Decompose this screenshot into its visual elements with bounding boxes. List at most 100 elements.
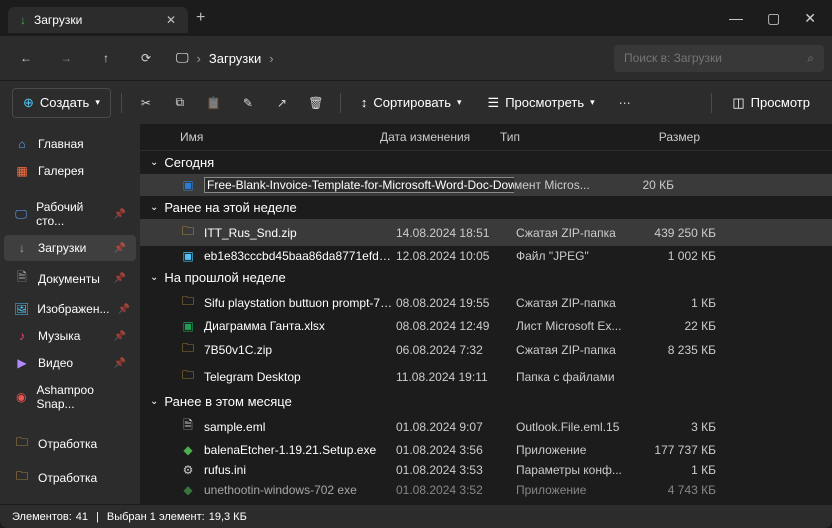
sidebar-item-music[interactable]: ♪Музыка📌 bbox=[4, 323, 136, 349]
up-button[interactable]: ↑ bbox=[88, 42, 124, 74]
file-row[interactable]: ◆ unethootin-windows-702 exe 01.08.2024 … bbox=[140, 480, 832, 500]
file-date: 11.08.2024 19:11 bbox=[396, 370, 516, 384]
sidebar-item-folder2[interactable]: 🗀Отработка bbox=[4, 461, 136, 494]
cut-button[interactable]: ✂ bbox=[132, 89, 160, 117]
file-row[interactable]: 🗀 Telegram Desktop 11.08.2024 19:11 Папк… bbox=[140, 363, 832, 390]
sidebar-item-pictures[interactable]: 🖼Изображен...📌 bbox=[4, 296, 136, 322]
file-row[interactable]: ⚙ rufus.ini 01.08.2024 3:53 Параметры ко… bbox=[140, 460, 832, 480]
chevron-right-icon: › bbox=[269, 51, 273, 66]
search-box[interactable]: ⌕ bbox=[614, 45, 824, 72]
music-icon: ♪ bbox=[14, 329, 30, 343]
more-button[interactable]: ⋯ bbox=[611, 89, 639, 117]
sidebar-item-gallery[interactable]: ▦Галерея bbox=[4, 158, 136, 184]
file-row[interactable]: ◆ balenaEtcher-1.19.21.Setup.exe 01.08.2… bbox=[140, 440, 832, 460]
sort-button[interactable]: ↕ Сортировать ▾ bbox=[351, 89, 472, 116]
download-icon: ↓ bbox=[14, 241, 30, 255]
pin-icon: 📌 bbox=[114, 331, 126, 342]
search-icon[interactable]: ⌕ bbox=[807, 51, 814, 66]
forward-button[interactable]: → bbox=[48, 42, 84, 74]
desktop-icon: 🖵 bbox=[14, 207, 28, 222]
file-row[interactable]: 🗀 ITT_Rus_Snd.zip 14.08.2024 18:51 Сжата… bbox=[140, 219, 832, 246]
copy-button[interactable]: ⧉ bbox=[166, 89, 194, 117]
new-tab-button[interactable]: + bbox=[196, 9, 205, 27]
chevron-right-icon: › bbox=[197, 51, 201, 66]
folder-icon: 🗀 bbox=[180, 366, 196, 387]
column-headers[interactable]: Имя Дата изменения Тип Размер bbox=[140, 124, 832, 151]
breadcrumb[interactable]: 🖵 › Загрузки › bbox=[176, 50, 274, 66]
minimize-button[interactable]: — bbox=[729, 10, 743, 27]
file-list[interactable]: Имя Дата изменения Тип Размер ⌄Сегодня ▣… bbox=[140, 124, 832, 504]
titlebar: ↓ Загрузки ✕ + — ▢ ✕ bbox=[0, 0, 832, 36]
file-name: ITT_Rus_Snd.zip bbox=[204, 226, 396, 240]
file-type: Outlook.File.eml.15 bbox=[516, 420, 626, 434]
status-count-label: Элементов: bbox=[12, 511, 72, 523]
tab-title: Загрузки bbox=[34, 13, 158, 27]
folder-icon: 🗀 bbox=[180, 222, 196, 243]
zip-icon: 🗀 bbox=[180, 339, 196, 360]
tab-downloads[interactable]: ↓ Загрузки ✕ bbox=[8, 7, 188, 33]
sidebar-item-videos[interactable]: ▶Видео📌 bbox=[4, 350, 136, 376]
create-button[interactable]: ⊕ Создать ▾ bbox=[12, 88, 111, 118]
file-row[interactable]: ▣ Free-Blank-Invoice-Template-for-Micros… bbox=[140, 174, 832, 196]
file-name: balenaEtcher-1.19.21.Setup.exe bbox=[204, 443, 396, 457]
chevron-down-icon: ⌄ bbox=[150, 157, 158, 168]
file-type: Сжатая ZIP-папка bbox=[516, 226, 626, 240]
file-date: 01.08.2024 3:52 bbox=[396, 483, 516, 497]
group-thismonth[interactable]: ⌄Ранее в этом месяце bbox=[140, 390, 832, 413]
exe-icon: ◆ bbox=[180, 443, 196, 457]
sort-icon: ↕ bbox=[361, 95, 368, 110]
file-size: 1 КБ bbox=[626, 296, 716, 310]
breadcrumb-location[interactable]: Загрузки bbox=[209, 51, 261, 66]
group-today[interactable]: ⌄Сегодня bbox=[140, 151, 832, 174]
home-icon: ⌂ bbox=[14, 137, 30, 151]
file-row[interactable]: ▣ Диаграмма Ганта.xlsx 08.08.2024 12:49 … bbox=[140, 316, 832, 336]
preview-icon: ◫ bbox=[732, 95, 744, 111]
file-row[interactable]: 🗎 sample.eml 01.08.2024 9:07 Outlook.Fil… bbox=[140, 413, 832, 440]
sidebar-item-downloads[interactable]: ↓Загрузки📌 bbox=[4, 235, 136, 261]
col-name[interactable]: Имя bbox=[180, 130, 380, 144]
file-type: Приложение bbox=[516, 483, 626, 497]
status-bar: Элементов: 41 | Выбран 1 элемент: 19,3 К… bbox=[0, 504, 832, 528]
paste-button[interactable]: 📋 bbox=[200, 89, 228, 117]
refresh-button[interactable]: ⟳ bbox=[128, 42, 164, 74]
file-size: 4 743 КБ bbox=[626, 483, 716, 497]
file-date: 12.08.2024 10:05 bbox=[396, 249, 516, 263]
pin-icon: 📌 bbox=[114, 243, 126, 254]
close-button[interactable]: ✕ bbox=[804, 10, 816, 27]
document-icon: 🗎 bbox=[14, 268, 30, 289]
file-name: 7B50v1C.zip bbox=[204, 343, 396, 357]
file-date: 14.08.2024 18:51 bbox=[396, 226, 516, 240]
view-button[interactable]: ☰ Просмотреть ▾ bbox=[478, 89, 605, 117]
delete-button[interactable]: 🗑 bbox=[302, 89, 330, 117]
tab-close-icon[interactable]: ✕ bbox=[166, 13, 176, 27]
preview-pane-button[interactable]: ◫ Просмотр bbox=[722, 89, 820, 117]
sidebar-item-ashampoo[interactable]: ◉Ashampoo Snap... bbox=[4, 377, 136, 417]
col-type[interactable]: Тип bbox=[500, 130, 610, 144]
group-thisweek[interactable]: ⌄Ранее на этой неделе bbox=[140, 196, 832, 219]
file-row[interactable]: 🗀 7B50v1C.zip 06.08.2024 7:32 Сжатая ZIP… bbox=[140, 336, 832, 363]
file-date: 08.08.2024 12:49 bbox=[396, 319, 516, 333]
file-size: 3 КБ bbox=[626, 420, 716, 434]
group-lastweek[interactable]: ⌄На прошлой неделе bbox=[140, 266, 832, 289]
file-type: Сжатая ZIP-папка bbox=[516, 343, 626, 357]
sidebar-item-documents[interactable]: 🗎Документы📌 bbox=[4, 262, 136, 295]
sidebar: ⌂Главная ▦Галерея 🖵Рабочий сто...📌 ↓Загр… bbox=[0, 124, 140, 504]
rename-button[interactable]: ✎ bbox=[234, 89, 262, 117]
col-size[interactable]: Размер bbox=[610, 130, 700, 144]
file-type: Сжатая ZIP-папка bbox=[516, 296, 626, 310]
sidebar-item-desktop[interactable]: 🖵Рабочий сто...📌 bbox=[4, 194, 136, 234]
file-name: eb1e83cccbd45baa86da8771efdd7197-tra... bbox=[204, 249, 396, 263]
pin-icon: 📌 bbox=[114, 209, 126, 220]
sidebar-item-folder1[interactable]: 🗀Отработка bbox=[4, 427, 136, 460]
file-name-editing[interactable]: Free-Blank-Invoice-Template-for-Microsof… bbox=[204, 177, 514, 193]
file-date: 01.08.2024 3:53 bbox=[396, 463, 516, 477]
download-icon: ↓ bbox=[20, 13, 26, 27]
back-button[interactable]: ← bbox=[8, 42, 44, 74]
maximize-button[interactable]: ▢ bbox=[767, 10, 780, 27]
col-date[interactable]: Дата изменения bbox=[380, 130, 500, 144]
search-input[interactable] bbox=[624, 51, 799, 65]
file-row[interactable]: 🗀 Sifu playstation buttuon prompt-799-v1… bbox=[140, 289, 832, 316]
file-row[interactable]: ▣ eb1e83cccbd45baa86da8771efdd7197-tra..… bbox=[140, 246, 832, 266]
sidebar-item-home[interactable]: ⌂Главная bbox=[4, 131, 136, 157]
share-button[interactable]: ↗ bbox=[268, 89, 296, 117]
